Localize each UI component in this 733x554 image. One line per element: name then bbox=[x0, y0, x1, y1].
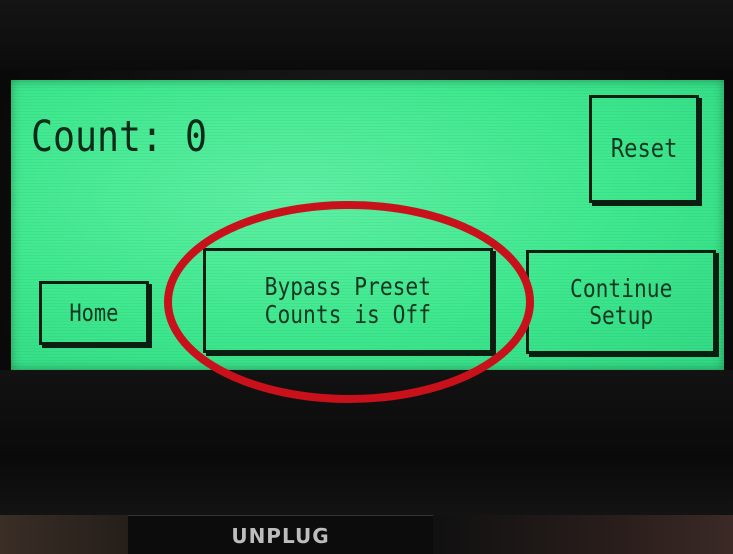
continue-setup-label: Continue Setup bbox=[569, 273, 673, 330]
count-display: Count: 0 bbox=[31, 112, 208, 162]
home-button-label: Home bbox=[69, 298, 119, 327]
bypass-preset-counts-label: Bypass Preset Counts is Off bbox=[264, 272, 432, 329]
reset-button-label: Reset bbox=[610, 133, 678, 164]
unplug-label: UNPLUG bbox=[128, 515, 433, 554]
bezel-bottom bbox=[0, 370, 733, 520]
home-button[interactable]: Home bbox=[39, 281, 149, 345]
continue-setup-button[interactable]: Continue Setup bbox=[526, 250, 716, 354]
reset-button[interactable]: Reset bbox=[589, 95, 699, 203]
touch-screen: Count: 0 Reset Home Bypass Preset Counts… bbox=[11, 80, 724, 370]
device-photo: Count: 0 Reset Home Bypass Preset Counts… bbox=[0, 0, 733, 554]
bypass-preset-counts-button[interactable]: Bypass Preset Counts is Off bbox=[203, 248, 493, 353]
bezel-top bbox=[0, 0, 733, 70]
